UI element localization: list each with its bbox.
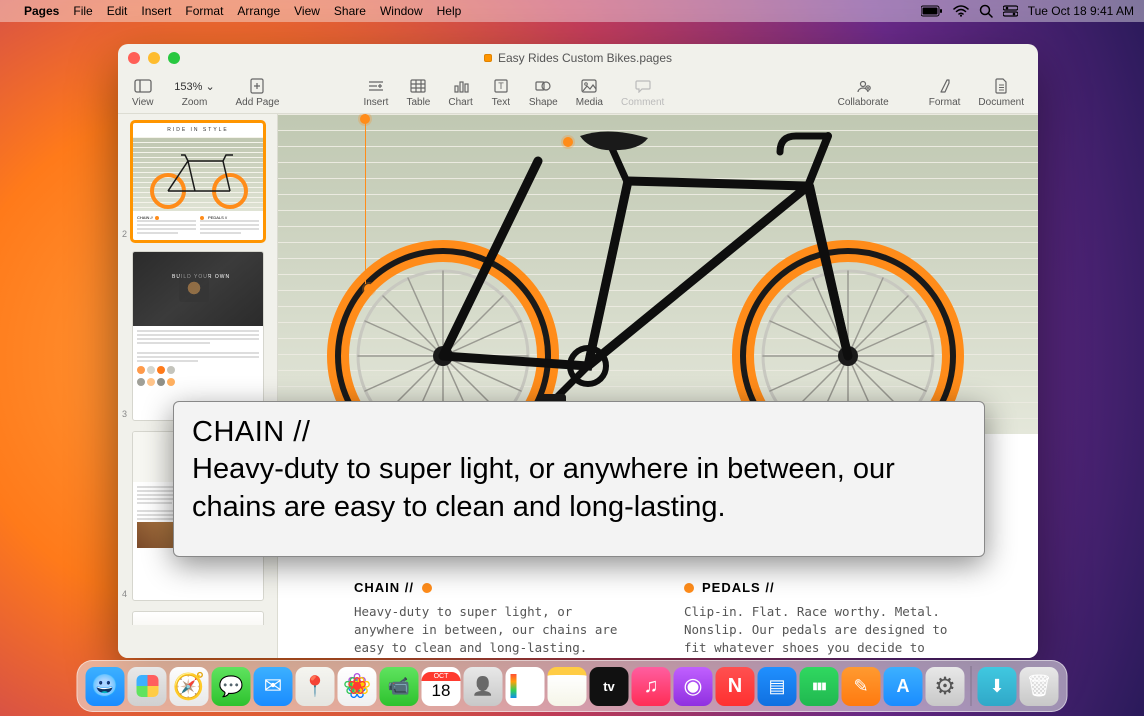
view-icon bbox=[133, 78, 153, 95]
dock-maps[interactable] bbox=[296, 667, 335, 706]
toolbar-media[interactable]: Media bbox=[576, 78, 603, 108]
page-thumbnail-3[interactable]: BUILD YOUR OWN 3 bbox=[132, 251, 267, 421]
menu-insert[interactable]: Insert bbox=[141, 4, 171, 18]
callout-marker bbox=[563, 137, 573, 147]
toolbar-add-page[interactable]: Add Page bbox=[236, 78, 280, 108]
dock-notes[interactable] bbox=[548, 667, 587, 706]
chain-body[interactable]: Heavy-duty to super light, or anywhere i… bbox=[354, 603, 624, 657]
insert-icon bbox=[366, 78, 386, 95]
document-canvas[interactable]: CHAIN // Heavy-duty to super light, or a… bbox=[278, 114, 1038, 658]
dock-safari[interactable] bbox=[170, 667, 209, 706]
dock-music[interactable] bbox=[632, 667, 671, 706]
column-pedals: PEDALS // Clip-in. Flat. Race worthy. Me… bbox=[684, 580, 954, 658]
svg-text:T: T bbox=[498, 81, 504, 91]
pedals-body[interactable]: Clip-in. Flat. Race worthy. Metal. Nonsl… bbox=[684, 603, 954, 658]
menu-file[interactable]: File bbox=[73, 4, 92, 18]
wifi-icon[interactable] bbox=[953, 5, 969, 17]
battery-icon[interactable] bbox=[921, 5, 943, 17]
bullet-icon bbox=[684, 583, 694, 593]
chart-icon bbox=[451, 78, 471, 95]
toolbar-zoom[interactable]: 153% ⌄ Zoom bbox=[172, 78, 218, 108]
media-icon bbox=[579, 78, 599, 95]
format-icon bbox=[935, 78, 955, 95]
dock-separator bbox=[971, 666, 972, 706]
dock-trash[interactable] bbox=[1020, 667, 1059, 706]
add-page-icon bbox=[247, 78, 267, 95]
dock-news[interactable] bbox=[716, 667, 755, 706]
column-chain: CHAIN // Heavy-duty to super light, or a… bbox=[354, 580, 624, 658]
toolbar-table[interactable]: Table bbox=[406, 78, 430, 108]
hover-text-panel: CHAIN // Heavy-duty to super light, or a… bbox=[173, 401, 985, 557]
dock-keynote[interactable] bbox=[758, 667, 797, 706]
dock-finder[interactable] bbox=[86, 667, 125, 706]
window-title: Easy Rides Custom Bikes.pages bbox=[498, 51, 672, 65]
toolbar-comment: Comment bbox=[621, 78, 664, 108]
toolbar-text[interactable]: TText bbox=[491, 78, 511, 108]
dock-numbers[interactable] bbox=[800, 667, 839, 706]
toolbar-shape[interactable]: Shape bbox=[529, 78, 558, 108]
dock: OCT18 bbox=[77, 660, 1068, 712]
menubar: Pages File Edit Insert Format Arrange Vi… bbox=[0, 0, 1144, 22]
page-thumbnails-sidebar[interactable]: RIDE IN STYLE CHAIN // PEDALS // 2 BUILD… bbox=[118, 114, 278, 658]
toolbar-insert[interactable]: Insert bbox=[363, 78, 388, 108]
titlebar: Easy Rides Custom Bikes.pages bbox=[118, 44, 1038, 72]
document-icon bbox=[991, 78, 1011, 95]
dock-tv[interactable] bbox=[590, 667, 629, 706]
window-minimize-button[interactable] bbox=[148, 52, 160, 64]
control-center-icon[interactable] bbox=[1003, 5, 1018, 17]
dock-contacts[interactable] bbox=[464, 667, 503, 706]
page-thumbnail-2[interactable]: RIDE IN STYLE CHAIN // PEDALS // 2 bbox=[132, 122, 267, 241]
pedals-heading: PEDALS // bbox=[702, 580, 775, 595]
text-icon: T bbox=[491, 78, 511, 95]
menu-arrange[interactable]: Arrange bbox=[237, 4, 280, 18]
menu-help[interactable]: Help bbox=[437, 4, 462, 18]
dock-mail[interactable] bbox=[254, 667, 293, 706]
bullet-icon bbox=[422, 583, 432, 593]
toolbar-view[interactable]: View bbox=[132, 78, 154, 108]
page-thumbnail-5[interactable] bbox=[132, 611, 267, 625]
menu-window[interactable]: Window bbox=[380, 4, 423, 18]
zoom-value: 153% ⌄ bbox=[172, 78, 218, 95]
hover-text-title: CHAIN // bbox=[192, 416, 966, 449]
menu-share[interactable]: Share bbox=[334, 4, 366, 18]
comment-icon bbox=[633, 78, 653, 95]
hover-text-body: Heavy-duty to super light, or anywhere i… bbox=[192, 451, 966, 526]
callout-marker bbox=[364, 284, 374, 294]
collaborate-icon bbox=[853, 78, 873, 95]
dock-appstore[interactable] bbox=[884, 667, 923, 706]
dock-launchpad[interactable] bbox=[128, 667, 167, 706]
dock-settings[interactable] bbox=[926, 667, 965, 706]
dock-downloads[interactable] bbox=[978, 667, 1017, 706]
dock-podcasts[interactable] bbox=[674, 667, 713, 706]
table-icon bbox=[408, 78, 428, 95]
toolbar-chart[interactable]: Chart bbox=[448, 78, 472, 108]
window-zoom-button[interactable] bbox=[168, 52, 180, 64]
document-proxy-icon[interactable] bbox=[484, 54, 492, 62]
spotlight-icon[interactable] bbox=[979, 4, 993, 18]
dock-reminders[interactable] bbox=[506, 667, 545, 706]
dock-messages[interactable] bbox=[212, 667, 251, 706]
menu-format[interactable]: Format bbox=[185, 4, 223, 18]
dock-facetime[interactable] bbox=[380, 667, 419, 706]
toolbar-format[interactable]: Format bbox=[929, 78, 961, 108]
toolbar-collaborate[interactable]: Collaborate bbox=[838, 78, 889, 108]
menubar-clock[interactable]: Tue Oct 18 9:41 AM bbox=[1028, 4, 1134, 18]
shape-icon bbox=[533, 78, 553, 95]
dock-photos[interactable] bbox=[338, 667, 377, 706]
toolbar: View 153% ⌄ Zoom Add Page Insert Table C… bbox=[118, 72, 1038, 114]
menu-view[interactable]: View bbox=[294, 4, 320, 18]
app-menu[interactable]: Pages bbox=[24, 4, 59, 18]
menu-edit[interactable]: Edit bbox=[107, 4, 128, 18]
toolbar-document[interactable]: Document bbox=[978, 78, 1024, 108]
dock-calendar[interactable]: OCT18 bbox=[422, 667, 461, 706]
pages-window: Easy Rides Custom Bikes.pages View 153% … bbox=[118, 44, 1038, 658]
dock-pages[interactable] bbox=[842, 667, 881, 706]
window-close-button[interactable] bbox=[128, 52, 140, 64]
chain-heading: CHAIN // bbox=[354, 580, 414, 595]
